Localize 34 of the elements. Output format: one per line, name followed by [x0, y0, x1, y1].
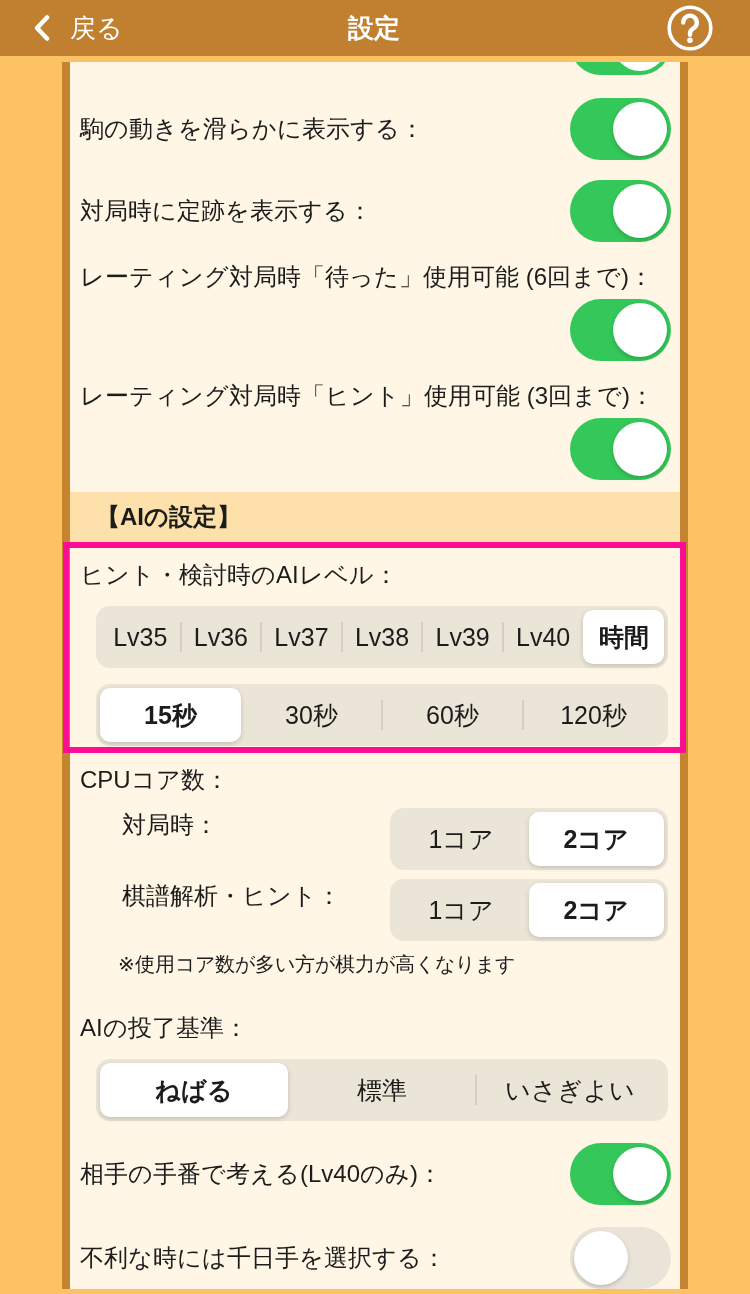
segment-option[interactable]: Lv36	[180, 610, 262, 664]
segment-option[interactable]: Lv35	[100, 610, 181, 664]
segment-option[interactable]: いさぎよい	[476, 1063, 664, 1117]
setting-label: 棋譜解析・ヒント：	[122, 881, 341, 911]
setting-label: レーティング対局時「ヒント」使用可能 (3回まで)：	[80, 381, 655, 411]
segment-option[interactable]: 60秒	[382, 688, 523, 742]
segment-option[interactable]: 1コア	[394, 812, 529, 866]
segment-option[interactable]: 1コア	[394, 883, 529, 937]
segment-option[interactable]: 標準	[288, 1063, 476, 1117]
page-title: 設定	[347, 12, 400, 44]
segment-option[interactable]: 30秒	[241, 688, 382, 742]
setting-label: 相手の手番で考える(Lv40のみ)：	[80, 1159, 443, 1189]
setting-label: AIの投了基準：	[80, 1013, 249, 1043]
segment-option[interactable]: ねばる	[100, 1063, 288, 1117]
setting-label: 駒の動きを滑らかに表示する：	[80, 114, 424, 144]
setting-label: 対局時：	[122, 810, 218, 840]
segment-option[interactable]: Lv37	[261, 610, 342, 664]
segment-option[interactable]: Lv38	[341, 610, 423, 664]
setting-label: 対局時に定跡を表示する：	[80, 196, 372, 226]
segment-option[interactable]: Lv39	[422, 610, 503, 664]
note-text: ※使用コア数が多い方が棋力が高くなります	[117, 952, 516, 977]
setting-label: 不利な時には千日手を選択する：	[80, 1243, 446, 1273]
setting-label: ヒント・検討時のAIレベル：	[80, 560, 399, 590]
help-icon[interactable]	[667, 5, 713, 51]
segment-option[interactable]: 時間	[583, 610, 665, 664]
chevron-left-icon	[34, 15, 50, 41]
segment-option[interactable]: 2コア	[529, 812, 664, 866]
segment-option[interactable]: 15秒	[100, 688, 241, 742]
section-heading: 【AIの設定】	[70, 492, 680, 542]
segment-option[interactable]: 2コア	[529, 883, 664, 937]
segment-option[interactable]: Lv40	[502, 610, 584, 664]
setting-label: レーティング対局時「待った」使用可能 (6回まで)：	[80, 262, 654, 292]
setting-label: CPUコア数：	[80, 765, 230, 795]
segment-option[interactable]: 120秒	[523, 688, 664, 742]
